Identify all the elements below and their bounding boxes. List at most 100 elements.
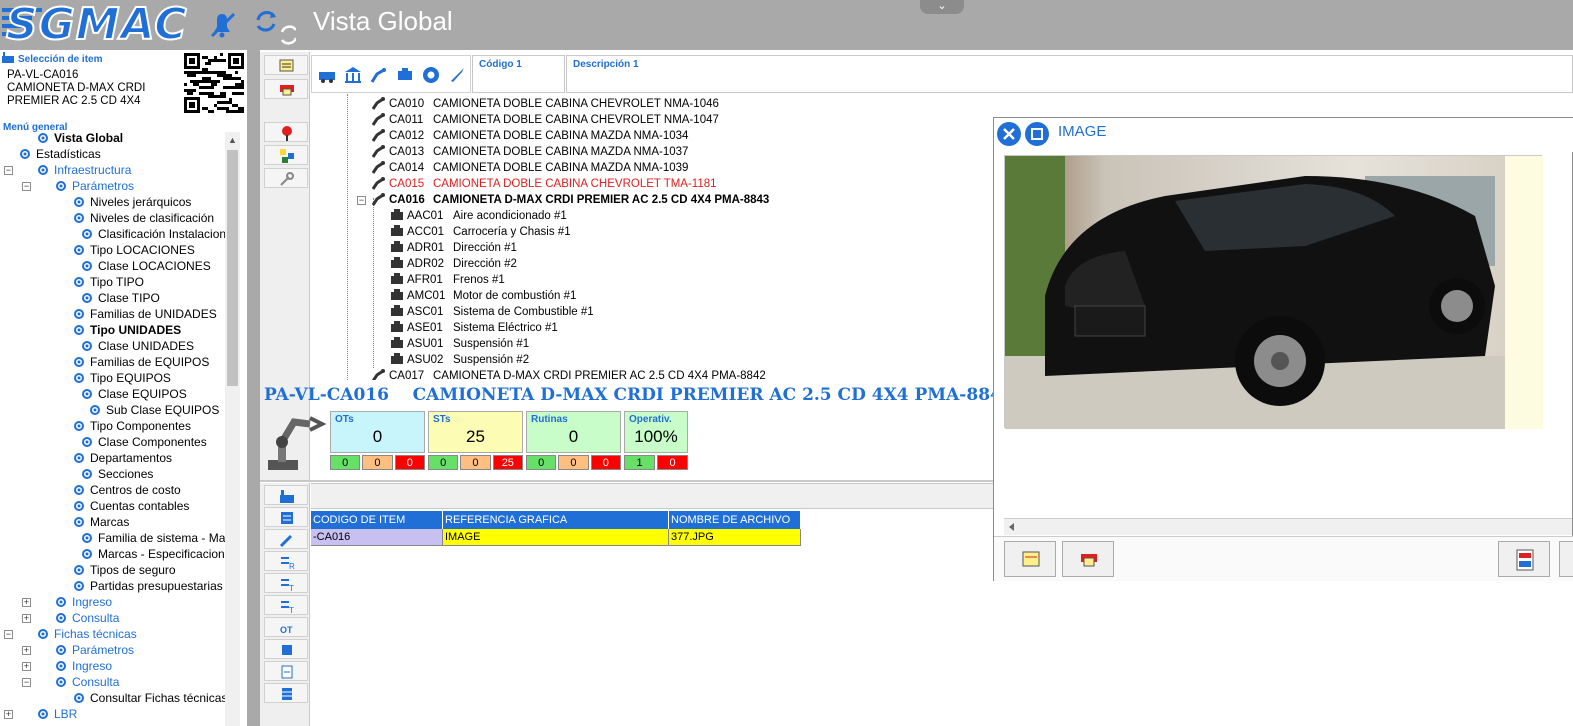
grid-cell-archivo[interactable]: 377.JPG — [669, 529, 801, 546]
component-row[interactable]: ASE01 Sistema Eléctrico #1 — [389, 320, 558, 336]
edit-note-button[interactable] — [264, 55, 308, 75]
menu-item[interactable]: Partidas presupuestarias — [72, 578, 223, 594]
kpi-box[interactable]: OTs 0 — [330, 411, 425, 453]
collapse-tab[interactable]: ⌄ — [920, 0, 964, 14]
tree-expander[interactable]: + — [22, 646, 31, 655]
menu-item[interactable]: Familia de sistema - Marca — [80, 530, 240, 546]
popup-note-button[interactable] — [1004, 541, 1056, 577]
component-row[interactable]: ADR02 Dirección #2 — [389, 256, 517, 272]
tree-expander[interactable]: − — [22, 182, 31, 191]
tree-expander[interactable]: − — [357, 196, 366, 205]
list-r-button[interactable]: R — [264, 551, 308, 571]
kpi-counter[interactable]: 0 — [330, 455, 361, 470]
maximize-icon[interactable] — [1025, 122, 1049, 146]
tree-expander[interactable]: + — [4, 710, 13, 719]
popup-extra-button[interactable] — [1559, 541, 1573, 577]
kpi-box[interactable]: Rutinas 0 — [526, 411, 621, 453]
tree-expander[interactable]: + — [22, 598, 31, 607]
tree-expander[interactable]: − — [4, 166, 13, 175]
kpi-counter[interactable]: 0 — [657, 455, 688, 470]
tree-expander[interactable]: + — [22, 614, 31, 623]
component-row[interactable]: ASU02 Suspensión #2 — [389, 352, 529, 368]
item-row[interactable]: CA017 CAMIONETA D-MAX CRDI PREMIER AC 2.5… — [371, 368, 766, 380]
component-row[interactable]: ASU01 Suspensión #1 — [389, 336, 529, 352]
spreadsheet-button[interactable] — [264, 683, 308, 703]
item-row[interactable]: CA014 CAMIONETA DOBLE CABINA MAZDA NMA-10… — [371, 160, 688, 176]
list-button[interactable] — [264, 507, 308, 527]
menu-item[interactable]: Parámetros — [54, 178, 134, 194]
tree-expander[interactable]: − — [4, 630, 13, 639]
menu-item[interactable]: Tipo Componentes — [72, 418, 191, 434]
kpi-box[interactable]: STs 25 — [428, 411, 523, 453]
component-row[interactable]: ASC01 Sistema de Combustible #1 — [389, 304, 594, 320]
column-descripcion[interactable]: Descripción 1 — [566, 55, 1573, 93]
menu-item[interactable]: Estadísticas — [18, 146, 101, 162]
popup-horizontal-scrollbar[interactable] — [1004, 518, 1572, 535]
bank-view-icon[interactable] — [342, 64, 364, 86]
menu-item[interactable]: Vista Global — [36, 132, 123, 146]
map-pin-button[interactable] — [264, 122, 308, 142]
menu-item[interactable]: Infraestructura — [36, 162, 131, 178]
menu-item[interactable]: Secciones — [80, 466, 153, 482]
grid-header-referencia[interactable]: REFERENCIA GRAFICA — [443, 511, 669, 529]
engine-view-icon[interactable] — [394, 64, 416, 86]
menu-item[interactable]: Clase EQUIPOS — [80, 386, 187, 402]
popup-save-button[interactable] — [1498, 541, 1550, 577]
menu-item[interactable]: Niveles jerárquicos — [72, 194, 191, 210]
refresh-icon[interactable] — [252, 6, 298, 45]
kpi-counter[interactable]: 1 — [624, 455, 655, 470]
menu-item[interactable]: Consultar Fichas técnicas — [72, 690, 227, 706]
menu-item[interactable]: Tipo UNIDADES — [72, 322, 181, 338]
list-t-button[interactable]: T — [264, 573, 308, 593]
item-row[interactable]: CA013 CAMIONETA DOBLE CABINA MAZDA NMA-10… — [371, 144, 688, 160]
grid-header-codigo[interactable]: CODIGO DE ITEM — [311, 511, 443, 529]
item-row[interactable]: CA012 CAMIONETA DOBLE CABINA MAZDA NMA-10… — [371, 128, 688, 144]
tree-expander[interactable]: − — [22, 678, 31, 687]
kpi-counter[interactable]: 0 — [428, 455, 459, 470]
tools-button[interactable] — [264, 529, 308, 549]
menu-item[interactable]: Clase TIPO — [80, 290, 160, 306]
chrome-view-icon[interactable] — [420, 64, 442, 86]
menu-item[interactable]: Marcas - Especificaciones — [80, 546, 237, 562]
menu-item[interactable]: Ingreso — [54, 658, 112, 674]
component-row[interactable]: ADR01 Dirección #1 — [389, 240, 517, 256]
popup-eraser-button[interactable] — [1062, 541, 1114, 577]
kpi-counter[interactable]: 0 — [526, 455, 557, 470]
kpi-box[interactable]: Operativ. 100% — [624, 411, 688, 453]
component-row[interactable]: ACC01 Carrocería y Chasis #1 — [389, 224, 571, 240]
item-row[interactable]: CA015 CAMIONETA DOBLE CABINA CHEVROLET TM… — [371, 176, 717, 192]
rocket-view-icon[interactable] — [446, 64, 468, 86]
close-icon[interactable] — [997, 122, 1021, 146]
ot-button[interactable]: OT — [264, 617, 308, 637]
wrench-button[interactable] — [264, 168, 308, 188]
menu-item[interactable]: Niveles de clasificación — [72, 210, 214, 226]
factory-button[interactable] — [264, 485, 308, 505]
scroll-thumb[interactable] — [227, 150, 238, 386]
grid-cell-referencia[interactable]: IMAGE — [443, 529, 669, 546]
menu-item[interactable]: Clase Componentes — [80, 434, 207, 450]
kpi-counter[interactable]: 25 — [492, 455, 523, 470]
kpi-counter[interactable]: 0 — [460, 455, 491, 470]
menu-item[interactable]: Tipos de seguro — [72, 562, 176, 578]
bell-off-icon[interactable] — [204, 6, 240, 42]
list-s-button[interactable]: T — [264, 595, 308, 615]
component-row[interactable]: AFR01 Frenos #1 — [389, 272, 505, 288]
kpi-counter[interactable]: 0 — [394, 455, 425, 470]
menu-item[interactable]: Tipo TIPO — [72, 274, 144, 290]
kpi-counter[interactable]: 0 — [558, 455, 589, 470]
menu-item[interactable]: LBR — [36, 706, 77, 722]
box-button[interactable] — [264, 639, 308, 659]
tree-expander[interactable]: + — [22, 662, 31, 671]
menu-item[interactable]: Familias de EQUIPOS — [72, 354, 209, 370]
menu-item[interactable]: Tipo EQUIPOS — [72, 370, 171, 386]
item-row[interactable]: CA016 CAMIONETA D-MAX CRDI PREMIER AC 2.5… — [371, 192, 769, 208]
grid-header-archivo[interactable]: NOMBRE DE ARCHIVO — [669, 511, 801, 529]
menu-item[interactable]: Centros de costo — [72, 482, 181, 498]
menu-item[interactable]: Departamentos — [72, 450, 172, 466]
menu-item[interactable]: Consulta — [54, 674, 119, 690]
menu-item[interactable]: Sub Clase EQUIPOS — [88, 402, 219, 418]
menu-item[interactable]: Ingreso — [54, 594, 112, 610]
menu-item[interactable]: Tipo LOCACIONES — [72, 242, 195, 258]
menu-item[interactable]: Familias de UNIDADES — [72, 306, 217, 322]
hierarchy-button[interactable] — [264, 145, 308, 165]
